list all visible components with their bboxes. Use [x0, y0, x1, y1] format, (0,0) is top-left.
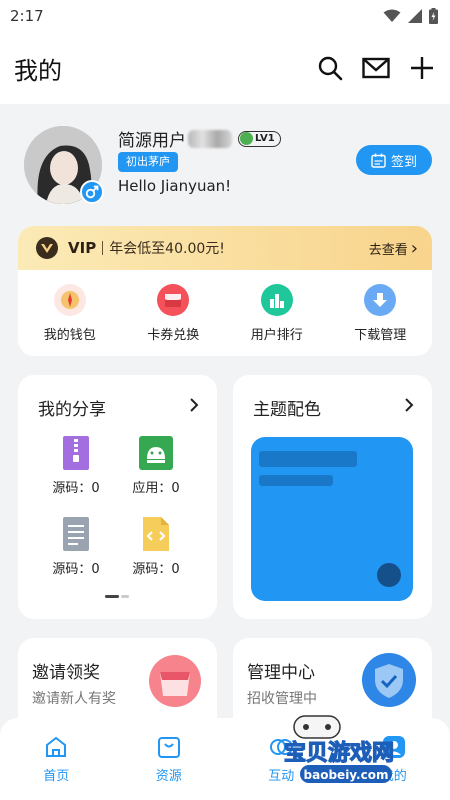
vip-divider: [102, 241, 104, 255]
card-title: 主题配色: [253, 400, 321, 420]
quick-item-wallet[interactable]: 我的钱包: [18, 284, 122, 343]
calendar-icon: [371, 153, 386, 168]
search-icon: [318, 56, 343, 81]
share-item-zip[interactable]: 源码：0: [36, 435, 116, 496]
username-row: 简源用户 LV1: [118, 126, 281, 151]
checkin-button[interactable]: 签到: [356, 145, 432, 175]
quick-label: 下载管理: [354, 328, 407, 343]
status-icons: [383, 8, 438, 24]
user-title-tag: 初出茅庐: [118, 152, 178, 172]
theme-preview-bar: [259, 451, 357, 467]
smile-icon: [240, 132, 253, 145]
nav-label: 首页: [43, 769, 70, 784]
vip-banner[interactable]: VIP 年会低至40.00元! 去查看 ›: [18, 226, 432, 270]
vip-description: 年会低至40.00元!: [109, 241, 225, 257]
nav-item-home[interactable]: 首页: [0, 734, 113, 800]
pager-dot-active: [105, 595, 119, 598]
app-bar: 我的: [0, 32, 450, 104]
theme-color-card[interactable]: 主题配色: [233, 375, 432, 619]
checkin-label: 签到: [390, 154, 417, 170]
my-share-card[interactable]: 我的分享 源码：0 应用：0 源码：0 源码：0: [18, 375, 217, 619]
quick-label: 卡券兑换: [147, 328, 200, 343]
share-item-text[interactable]: 源码：0: [36, 516, 116, 577]
card-title: 管理中心: [247, 663, 315, 683]
status-bar: 2:17: [0, 0, 450, 32]
watermark-text: 宝贝游戏网: [284, 740, 394, 766]
chevron-right-icon: [190, 398, 199, 412]
plus-icon: [411, 57, 433, 79]
page-title: 我的: [14, 56, 62, 85]
level-badge: LV1: [238, 130, 281, 147]
android-app-icon: [139, 436, 173, 470]
blurred-username-suffix: [188, 129, 232, 148]
quick-item-ranking[interactable]: 用户排行: [225, 284, 329, 343]
quick-item-download[interactable]: 下载管理: [329, 284, 433, 343]
username: 简源用户: [118, 131, 186, 151]
home-icon: [46, 736, 67, 757]
share-label: 应用：0: [132, 481, 180, 496]
quick-actions: 我的钱包 卡券兑换 用户排行 下载管理: [18, 270, 432, 343]
shield-check-icon: [362, 653, 416, 707]
nav-item-resource[interactable]: 资源: [113, 734, 226, 800]
vip-link[interactable]: 去查看: [369, 239, 408, 258]
nav-label: 资源: [155, 769, 182, 784]
male-gender-icon: [85, 185, 99, 199]
vip-label: VIP: [68, 239, 97, 257]
download-icon: [364, 284, 397, 316]
greeting: Hello Jianyuan!: [118, 177, 232, 195]
code-file-icon: [143, 517, 169, 551]
wallet-icon: [53, 284, 86, 316]
message-button[interactable]: [362, 54, 390, 82]
watermark-url: baobeiy.com: [304, 768, 389, 782]
vip-card: VIP 年会低至40.00元! 去查看 › 我的钱包 卡券兑换 用户排行 下载管…: [18, 226, 432, 356]
share-item-code[interactable]: 源码：0: [116, 516, 196, 577]
level-text: LV1: [255, 133, 275, 144]
quick-item-coupon[interactable]: 卡券兑换: [122, 284, 226, 343]
share-item-app[interactable]: 应用：0: [116, 435, 196, 496]
pager-indicator: [105, 595, 129, 598]
theme-preview-bar: [259, 475, 333, 486]
card-title: 我的分享: [38, 400, 106, 420]
card-subtitle: 邀请新人有奖: [32, 691, 116, 707]
coupon-icon: [157, 284, 190, 316]
app-actions: [316, 54, 436, 82]
ranking-icon: [260, 284, 293, 316]
gender-badge: [80, 180, 104, 204]
zip-file-icon: [63, 436, 89, 470]
add-button[interactable]: [408, 54, 436, 82]
battery-icon: [429, 8, 438, 24]
search-button[interactable]: [316, 54, 344, 82]
profile-section: 简源用户 LV1 初出茅庐 Hello Jianyuan! 签到: [0, 104, 450, 226]
share-label: 源码：0: [52, 562, 100, 577]
chevron-right-icon: [405, 398, 414, 412]
card-subtitle: 招收管理中: [247, 691, 317, 707]
quick-label: 我的钱包: [43, 328, 96, 343]
quick-label: 用户排行: [250, 328, 303, 343]
text-file-icon: [63, 517, 89, 551]
pager-dot: [121, 595, 129, 598]
wifi-icon: [383, 9, 401, 22]
theme-preview-dot: [377, 563, 401, 587]
share-label: 源码：0: [132, 562, 180, 577]
watermark-logo: 宝贝游戏网 baobeiy.com: [283, 715, 395, 783]
signal-icon: [408, 9, 422, 23]
card-title: 邀请领奖: [32, 663, 100, 683]
share-label: 源码：0: [52, 481, 100, 496]
mail-icon: [362, 57, 390, 79]
status-time: 2:17: [10, 7, 44, 25]
chevron-right-icon: ›: [410, 237, 418, 259]
gift-box-icon: [149, 655, 201, 707]
resource-bag-icon: [157, 737, 180, 758]
share-grid: 源码：0 应用：0 源码：0 源码：0: [36, 435, 196, 577]
theme-preview: [251, 437, 413, 601]
vip-crown-icon: [36, 237, 58, 259]
